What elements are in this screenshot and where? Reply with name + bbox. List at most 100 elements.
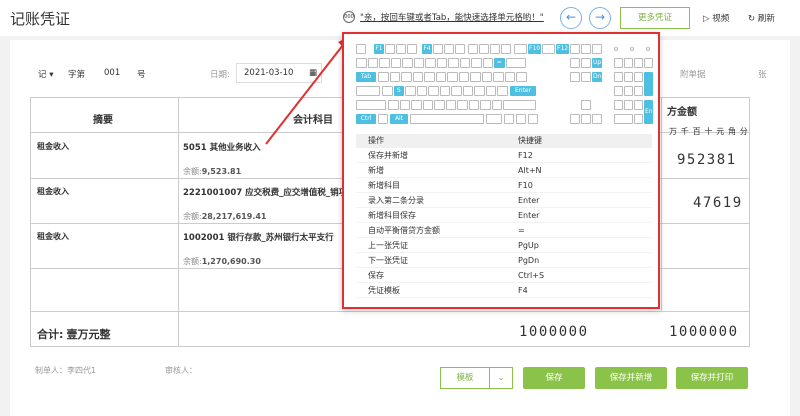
key bbox=[416, 86, 427, 96]
key bbox=[402, 58, 413, 68]
row2-credit[interactable]: 47619 bbox=[693, 195, 743, 211]
col-credit: 方金额 bbox=[667, 107, 697, 118]
attach-unit: 张 bbox=[758, 70, 767, 80]
shortcut-hint-link[interactable]: "亲，按回车键或者Tab，能快速选择单元格哟！" bbox=[360, 11, 544, 23]
shortcut-row: 凭证模板 F4 bbox=[356, 283, 652, 298]
credit-total: 1000000 bbox=[669, 324, 739, 340]
shortcut-row: 保存 Ctrl+S bbox=[356, 268, 652, 283]
next-voucher-button[interactable]: → bbox=[589, 7, 611, 29]
shortcut-row: 录入第二条分录 Enter bbox=[356, 193, 652, 208]
key-f10: F10 bbox=[528, 44, 541, 54]
video-label: 视频 bbox=[712, 14, 730, 24]
key bbox=[634, 86, 643, 96]
key bbox=[504, 72, 515, 82]
row1-credit[interactable]: 952381 bbox=[677, 152, 737, 168]
row2-summary[interactable]: 租金收入 bbox=[37, 186, 69, 197]
key bbox=[401, 72, 412, 82]
key bbox=[428, 86, 439, 96]
unit-header: 百 bbox=[692, 127, 701, 136]
save-print-button[interactable]: 保存并打印 bbox=[676, 367, 748, 389]
key bbox=[455, 44, 465, 54]
row1-summary[interactable]: 租金收入 bbox=[37, 141, 69, 152]
key-f1: F1 bbox=[374, 44, 384, 54]
arrow-left-icon: ← bbox=[565, 10, 577, 24]
key bbox=[570, 72, 580, 82]
key bbox=[634, 114, 643, 124]
keyboard-icon[interactable]: 000 bbox=[343, 11, 355, 23]
key bbox=[396, 44, 406, 54]
attach-label: 附单据 bbox=[680, 70, 706, 80]
row3-account[interactable]: 1002001 银行存款_苏州银行太平支行 bbox=[183, 231, 361, 243]
calendar-icon: ▦ bbox=[308, 68, 317, 78]
row2-account[interactable]: 2221001007 应交税费_应交增值税_销项 bbox=[183, 186, 361, 198]
auditor-label: 审核人： bbox=[165, 366, 197, 375]
key bbox=[433, 44, 443, 54]
key bbox=[422, 100, 433, 110]
key bbox=[497, 86, 508, 96]
more-vouchers-button[interactable]: 更多凭证 bbox=[620, 7, 690, 29]
key bbox=[504, 114, 514, 124]
shortcut-action: 新增科目保存 bbox=[368, 211, 416, 220]
shortcut-action: 新增 bbox=[368, 166, 384, 175]
key bbox=[424, 72, 435, 82]
save-new-button[interactable]: 保存并新增 bbox=[595, 367, 667, 389]
key bbox=[485, 86, 496, 96]
key bbox=[459, 58, 470, 68]
key bbox=[388, 100, 399, 110]
key bbox=[412, 72, 423, 82]
shortcut-row: 新增科目保存 Enter bbox=[356, 208, 652, 223]
key bbox=[516, 114, 526, 124]
row1-account[interactable]: 5051 其他业务收入 bbox=[183, 141, 361, 153]
shortcut-popup: F1 F4 F10 F12 = Up Tab Dn S Enter En Ctrl Alt 操作 快捷键… bbox=[342, 32, 660, 309]
shortcut-row: 下一张凭证 PgDn bbox=[356, 253, 652, 268]
template-dropdown-button[interactable]: ⌄ bbox=[489, 367, 513, 389]
key bbox=[425, 58, 436, 68]
key-pgdn: Dn bbox=[592, 72, 602, 82]
key bbox=[447, 72, 458, 82]
save-button[interactable]: 保存 bbox=[523, 367, 585, 389]
key bbox=[356, 58, 367, 68]
unit-header: 分 bbox=[739, 127, 748, 136]
shortcut-key: = bbox=[518, 226, 525, 235]
key bbox=[470, 72, 481, 82]
row3-summary[interactable]: 租金收入 bbox=[37, 231, 69, 242]
key bbox=[389, 72, 400, 82]
shortcut-table-header: 操作 快捷键 bbox=[356, 134, 652, 148]
shortcut-action: 保存 bbox=[368, 271, 384, 280]
key bbox=[399, 100, 410, 110]
key-f4: F4 bbox=[422, 44, 432, 54]
key bbox=[356, 44, 366, 54]
date-input[interactable]: 2021-03-10 ▦ bbox=[236, 63, 322, 83]
refresh-button[interactable]: ↻ 刷新 bbox=[748, 12, 775, 24]
video-button[interactable]: ▷ 视频 bbox=[703, 12, 729, 24]
template-button[interactable]: 模板 bbox=[440, 367, 490, 389]
key bbox=[490, 44, 500, 54]
key bbox=[356, 86, 380, 96]
key bbox=[614, 72, 623, 82]
key bbox=[457, 100, 468, 110]
total-row: 合计: 壹万元整 bbox=[37, 326, 111, 342]
shortcut-action: 录入第二条分录 bbox=[368, 196, 424, 205]
shortcut-key: Ctrl+S bbox=[518, 271, 545, 280]
key-ctrl: Ctrl bbox=[356, 114, 376, 124]
shortcut-row: 上一张凭证 PgUp bbox=[356, 238, 652, 253]
key bbox=[367, 58, 378, 68]
key bbox=[542, 44, 555, 54]
key-tab: Tab bbox=[356, 72, 376, 82]
total-words: 壹万元整 bbox=[66, 328, 111, 341]
voucher-number-input[interactable]: 001 bbox=[104, 68, 120, 78]
key bbox=[390, 58, 401, 68]
prev-voucher-button[interactable]: ← bbox=[560, 7, 582, 29]
key bbox=[581, 114, 591, 124]
maker-label: 制单人：李四代1 bbox=[35, 366, 97, 375]
total-label: 合计: bbox=[37, 328, 64, 341]
key bbox=[644, 58, 653, 68]
key bbox=[468, 44, 478, 54]
refresh-icon: ↻ bbox=[748, 14, 756, 24]
arrow-right-icon: → bbox=[594, 10, 606, 24]
key bbox=[624, 58, 633, 68]
chevron-down-icon: ⌄ bbox=[497, 373, 505, 383]
voucher-word-select[interactable]: 记 ▾ bbox=[38, 68, 54, 80]
keyboard-diagram: F1 F4 F10 F12 = Up Tab Dn S Enter En Ctrl Alt bbox=[352, 40, 653, 132]
led-indicator bbox=[646, 47, 650, 51]
